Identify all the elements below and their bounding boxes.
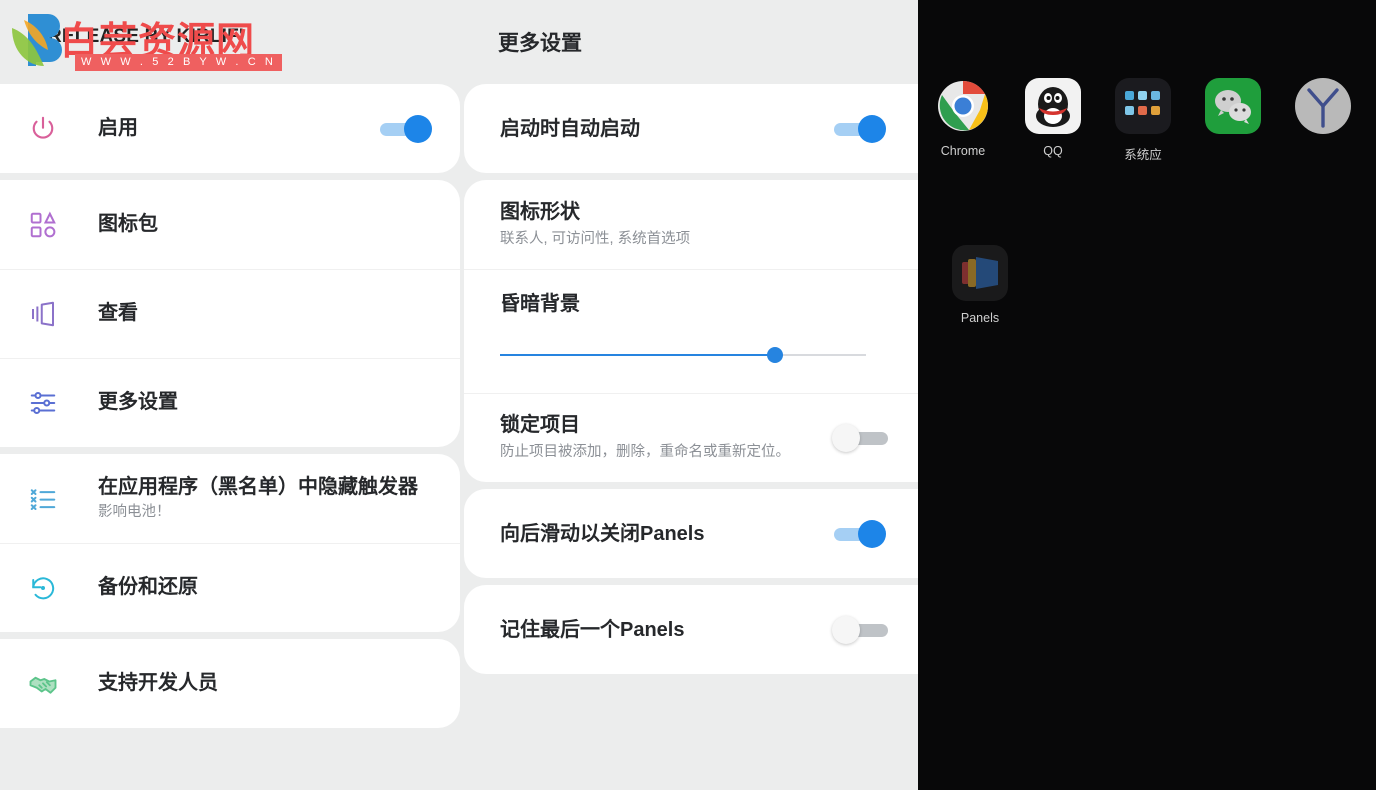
setting-text: 向后滑动以关闭Panels — [500, 521, 832, 547]
toggle-thumb — [858, 114, 886, 143]
settings-card: 图标形状 联系人, 可访问性, 系统首选项 昏暗背景 锁定项目 防止项目被添加，… — [464, 180, 918, 482]
setting-text: 锁定项目 防止项目被添加，删除，重命名或重新定位。 — [500, 412, 832, 463]
setting-text: 启动时自动启动 — [500, 116, 832, 142]
clock-icon — [1295, 78, 1351, 134]
home-app-label: 系统应 — [1124, 148, 1162, 162]
home-app-panels[interactable]: Panels — [935, 245, 1025, 325]
setting-label: 锁定项目 — [500, 414, 580, 437]
wechat-icon — [1205, 78, 1261, 134]
phone-preview: Chrome QQ 系统应 Panels — [918, 0, 1376, 790]
settings-card: 启动时自动启动 — [464, 84, 918, 173]
power-icon — [28, 114, 68, 144]
handshake-icon — [28, 669, 68, 699]
sidebar-item-support-developer[interactable]: 支持开发人员 — [0, 639, 460, 728]
panels-app-icon — [952, 245, 1008, 301]
sidebar-item-hide-triggers[interactable]: 在应用程序（黑名单）中隐藏触发器 影响电池！ — [0, 454, 460, 543]
home-app-label: Panels — [960, 311, 1000, 325]
home-app-system-apps[interactable]: 系统应 — [1098, 78, 1188, 163]
setting-text: 记住最后一个Panels — [500, 617, 832, 643]
toggle-thumb — [832, 615, 860, 644]
more-settings-panel: 更多设置 启动时自动启动 图标形状 联系人, 可访问性, 系统首选项 昏暗背景 … — [460, 0, 918, 790]
watermark-overlay: RELEASE BY KIRLIF' 白芸资源网 W W W . 5 2 B Y… — [0, 0, 460, 84]
sidebar-item-label: 支持开发人员 — [98, 672, 218, 694]
sidebar-item-label: 备份和还原 — [98, 576, 198, 598]
settings-card: 向后滑动以关闭Panels — [464, 489, 918, 578]
chrome-icon — [935, 78, 991, 134]
sidebar-card-list: 启用 图标包 查看 更多设置 在应用程序（黑名单）中隐藏触发器 影响电池！ 备份… — [0, 84, 460, 728]
setting-label: 昏暗背景 — [500, 293, 580, 315]
sidebar-item-label: 启用 — [98, 117, 138, 139]
slider-fill — [500, 354, 775, 356]
setting-text: 图标形状 联系人, 可访问性, 系统首选项 — [500, 199, 888, 250]
swipe-back-close-toggle[interactable] — [832, 519, 888, 548]
sidebar-card: 启用 — [0, 84, 460, 173]
sidebar-item-sublabel: 影响电池！ — [98, 504, 171, 521]
sidebar-item-text: 更多设置 — [68, 390, 434, 415]
watermark-site-url: W W W . 5 2 B Y W . C N — [75, 54, 282, 71]
enable-toggle[interactable] — [378, 114, 434, 143]
page-title: 更多设置 — [498, 32, 582, 55]
slider-knob[interactable] — [766, 347, 783, 363]
autostart-toggle[interactable] — [832, 114, 888, 143]
sidebar-item-more-settings[interactable]: 更多设置 — [0, 358, 460, 447]
setting-sublabel: 联系人, 可访问性, 系统首选项 — [500, 231, 691, 248]
sidebar-item-label: 查看 — [98, 302, 138, 324]
sidebar-item-label: 图标包 — [98, 213, 158, 235]
sidebar-item-text: 启用 — [68, 116, 378, 141]
settings-sidebar: RELEASE BY KIRLIF' 白芸资源网 W W W . 5 2 B Y… — [0, 0, 460, 790]
setting-sublabel: 防止项目被添加，删除，重命名或重新定位。 — [500, 444, 790, 461]
sidebar-item-label: 更多设置 — [98, 391, 178, 413]
more-settings-header: 更多设置 — [460, 0, 918, 84]
qq-penguin-icon — [1025, 78, 1081, 134]
watermark-site-name: 白芸资源网 — [60, 19, 256, 63]
setting-row-autostart[interactable]: 启动时自动启动 — [464, 84, 918, 173]
sidebar-item-view[interactable]: 查看 — [0, 269, 460, 358]
setting-label: 启动时自动启动 — [500, 117, 640, 140]
sliders-icon — [28, 388, 68, 418]
sidebar-item-icon-pack[interactable]: 图标包 — [0, 180, 460, 269]
home-app-qq[interactable]: QQ — [1008, 78, 1098, 163]
sidebar-item-text: 支持开发人员 — [68, 671, 434, 696]
setting-label: 向后滑动以关闭Panels — [500, 522, 705, 545]
restore-icon — [28, 573, 68, 603]
lock-items-toggle[interactable] — [832, 423, 888, 452]
setting-row-swipe-back-close[interactable]: 向后滑动以关闭Panels — [464, 489, 918, 578]
setting-label: 图标形状 — [500, 201, 580, 224]
blacklist-icon — [28, 484, 68, 514]
sidebar-card: 在应用程序（黑名单）中隐藏触发器 影响电池！ 备份和还原 — [0, 454, 460, 632]
sidebar-item-text: 图标包 — [68, 212, 434, 237]
home-app-chrome[interactable]: Chrome — [918, 78, 1008, 163]
home-screen-app-row: Chrome QQ 系统应 — [918, 78, 1376, 163]
home-app-label: Chrome — [940, 144, 986, 158]
app-screenshot: RELEASE BY KIRLIF' 白芸资源网 W W W . 5 2 B Y… — [0, 0, 1376, 790]
toggle-thumb — [832, 423, 860, 452]
setting-row-dim-background: 昏暗背景 — [464, 269, 918, 393]
home-app-wechat[interactable] — [1188, 78, 1278, 163]
sidebar-item-text: 查看 — [68, 301, 434, 326]
settings-card: 记住最后一个Panels — [464, 585, 918, 674]
toggle-thumb — [858, 519, 886, 548]
system-apps-folder-icon — [1115, 78, 1171, 134]
setting-label: 记住最后一个Panels — [500, 618, 685, 641]
watermark-leaf-logo — [12, 14, 62, 66]
sidebar-item-label: 在应用程序（黑名单）中隐藏触发器 — [98, 476, 418, 499]
watermark-release-text: RELEASE BY KIRLIF' — [48, 26, 244, 47]
sidebar-item-backup-restore[interactable]: 备份和还原 — [0, 543, 460, 632]
remember-last-panel-toggle[interactable] — [832, 615, 888, 644]
sidebar-item-text: 在应用程序（黑名单）中隐藏触发器 影响电池！ — [68, 475, 434, 522]
panel-view-icon — [28, 299, 68, 329]
sidebar-card: 图标包 查看 更多设置 — [0, 180, 460, 447]
home-app-label: QQ — [1043, 144, 1063, 158]
sidebar-item-enable[interactable]: 启用 — [0, 84, 460, 173]
dim-background-slider[interactable] — [500, 347, 866, 363]
setting-row-icon-shape[interactable]: 图标形状 联系人, 可访问性, 系统首选项 — [464, 180, 918, 269]
sidebar-item-text: 备份和还原 — [68, 575, 434, 600]
setting-row-remember-last-panel[interactable]: 记住最后一个Panels — [464, 585, 918, 674]
sidebar-card: 支持开发人员 — [0, 639, 460, 728]
toggle-thumb — [404, 114, 432, 143]
setting-row-lock-items[interactable]: 锁定项目 防止项目被添加，删除，重命名或重新定位。 — [464, 393, 918, 482]
home-app-clock[interactable] — [1278, 78, 1368, 163]
shapes-icon — [28, 210, 68, 240]
